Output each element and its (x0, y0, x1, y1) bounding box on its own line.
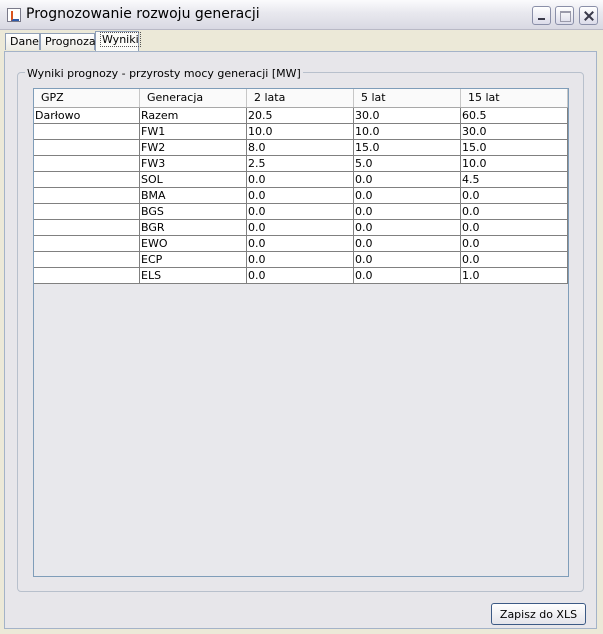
tab-wyniki[interactable]: Wyniki (95, 31, 141, 51)
table-cell[interactable]: FW3 (140, 156, 247, 171)
results-table[interactable]: GPZ Generacja 2 lata 5 lat 15 lat Darłow… (33, 88, 569, 577)
table-cell[interactable]: BGR (140, 220, 247, 235)
table-cell[interactable]: 0.0 (247, 236, 354, 251)
window-title: Prognozowanie rozwoju generacji (26, 6, 260, 22)
table-cell[interactable] (34, 268, 140, 283)
table-cell[interactable]: 10.0 (354, 124, 461, 139)
table-cell[interactable]: 20.5 (247, 108, 354, 123)
table-row[interactable]: BGS 0.0 0.0 0.0 (34, 204, 568, 220)
table-row[interactable]: ECP 0.0 0.0 0.0 (34, 252, 568, 268)
tab-prognoza[interactable]: Prognoza (40, 33, 96, 50)
title-bar: Prognozowanie rozwoju generacji (0, 0, 603, 30)
table-row[interactable]: Darłowo Razem 20.5 30.0 60.5 (34, 108, 568, 124)
table-cell[interactable] (34, 220, 140, 235)
table-cell[interactable]: 0.0 (247, 172, 354, 187)
table-cell[interactable]: 0.0 (461, 204, 568, 219)
table-cell[interactable]: 8.0 (247, 140, 354, 155)
maximize-button[interactable] (555, 6, 574, 25)
table-cell[interactable] (34, 188, 140, 203)
results-group-title: Wyniki prognozy - przyrosty mocy generac… (25, 67, 303, 80)
table-row[interactable]: FW1 10.0 10.0 30.0 (34, 124, 568, 140)
close-button[interactable] (579, 6, 598, 25)
table-cell[interactable]: ECP (140, 252, 247, 267)
table-cell[interactable] (34, 124, 140, 139)
table-cell[interactable]: BGS (140, 204, 247, 219)
table-cell[interactable]: SOL (140, 172, 247, 187)
table-cell[interactable] (34, 172, 140, 187)
table-row[interactable]: SOL 0.0 0.0 4.5 (34, 172, 568, 188)
table-cell[interactable]: 0.0 (354, 188, 461, 203)
table-cell[interactable]: 15.0 (461, 140, 568, 155)
table-cell[interactable]: 30.0 (461, 124, 568, 139)
table-cell[interactable]: FW1 (140, 124, 247, 139)
table-cell[interactable] (34, 140, 140, 155)
tab-dane[interactable]: Dane (5, 33, 40, 50)
table-cell[interactable] (34, 204, 140, 219)
table-cell[interactable]: 0.0 (247, 268, 354, 283)
table-cell[interactable]: 0.0 (354, 268, 461, 283)
table-cell[interactable]: Darłowo (34, 108, 140, 123)
column-header-generacja[interactable]: Generacja (140, 89, 247, 107)
table-cell[interactable] (34, 252, 140, 267)
table-cell[interactable]: 0.0 (354, 236, 461, 251)
table-cell[interactable]: 0.0 (461, 236, 568, 251)
table-header: GPZ Generacja 2 lata 5 lat 15 lat (34, 89, 568, 108)
column-header-2-lata[interactable]: 2 lata (247, 89, 354, 107)
table-cell[interactable]: 0.0 (247, 188, 354, 203)
table-row[interactable]: BGR 0.0 0.0 0.0 (34, 220, 568, 236)
table-cell[interactable]: 0.0 (247, 204, 354, 219)
table-cell[interactable]: 0.0 (354, 172, 461, 187)
table-cell[interactable]: 60.5 (461, 108, 568, 123)
column-header-gpz[interactable]: GPZ (34, 89, 140, 107)
tab-wyniki-label: Wyniki (100, 32, 141, 47)
table-cell[interactable]: 0.0 (461, 252, 568, 267)
table-cell[interactable]: 0.0 (247, 252, 354, 267)
table-cell[interactable] (34, 236, 140, 251)
table-cell[interactable]: 4.5 (461, 172, 568, 187)
table-cell[interactable]: 0.0 (354, 204, 461, 219)
minimize-button[interactable] (532, 6, 551, 25)
table-cell[interactable]: BMA (140, 188, 247, 203)
table-cell[interactable]: FW2 (140, 140, 247, 155)
save-xls-button[interactable]: Zapisz do XLS (491, 603, 586, 625)
table-row[interactable]: FW2 8.0 15.0 15.0 (34, 140, 568, 156)
table-row[interactable]: FW3 2.5 5.0 10.0 (34, 156, 568, 172)
table-cell[interactable]: 1.0 (461, 268, 568, 283)
table-row[interactable]: BMA 0.0 0.0 0.0 (34, 188, 568, 204)
table-cell[interactable]: 0.0 (354, 252, 461, 267)
table-cell[interactable]: 0.0 (461, 188, 568, 203)
table-row[interactable]: EWO 0.0 0.0 0.0 (34, 236, 568, 252)
table-cell[interactable]: 0.0 (247, 220, 354, 235)
table-cell[interactable]: 15.0 (354, 140, 461, 155)
table-cell[interactable]: 0.0 (461, 220, 568, 235)
table-row[interactable]: ELS 0.0 0.0 1.0 (34, 268, 568, 284)
column-header-15-lat[interactable]: 15 lat (461, 89, 568, 107)
java-app-icon (7, 8, 21, 22)
column-header-5-lat[interactable]: 5 lat (354, 89, 461, 107)
table-cell[interactable] (34, 156, 140, 171)
table-cell[interactable]: 10.0 (461, 156, 568, 171)
table-cell[interactable]: 30.0 (354, 108, 461, 123)
table-body: Darłowo Razem 20.5 30.0 60.5 FW1 10.0 10.0 30.0 F… (34, 108, 568, 284)
table-cell[interactable]: 0.0 (354, 220, 461, 235)
table-cell[interactable]: Razem (140, 108, 247, 123)
table-cell[interactable]: ELS (140, 268, 247, 283)
table-cell[interactable]: EWO (140, 236, 247, 251)
table-cell[interactable]: 10.0 (247, 124, 354, 139)
table-cell[interactable]: 5.0 (354, 156, 461, 171)
table-cell[interactable]: 2.5 (247, 156, 354, 171)
